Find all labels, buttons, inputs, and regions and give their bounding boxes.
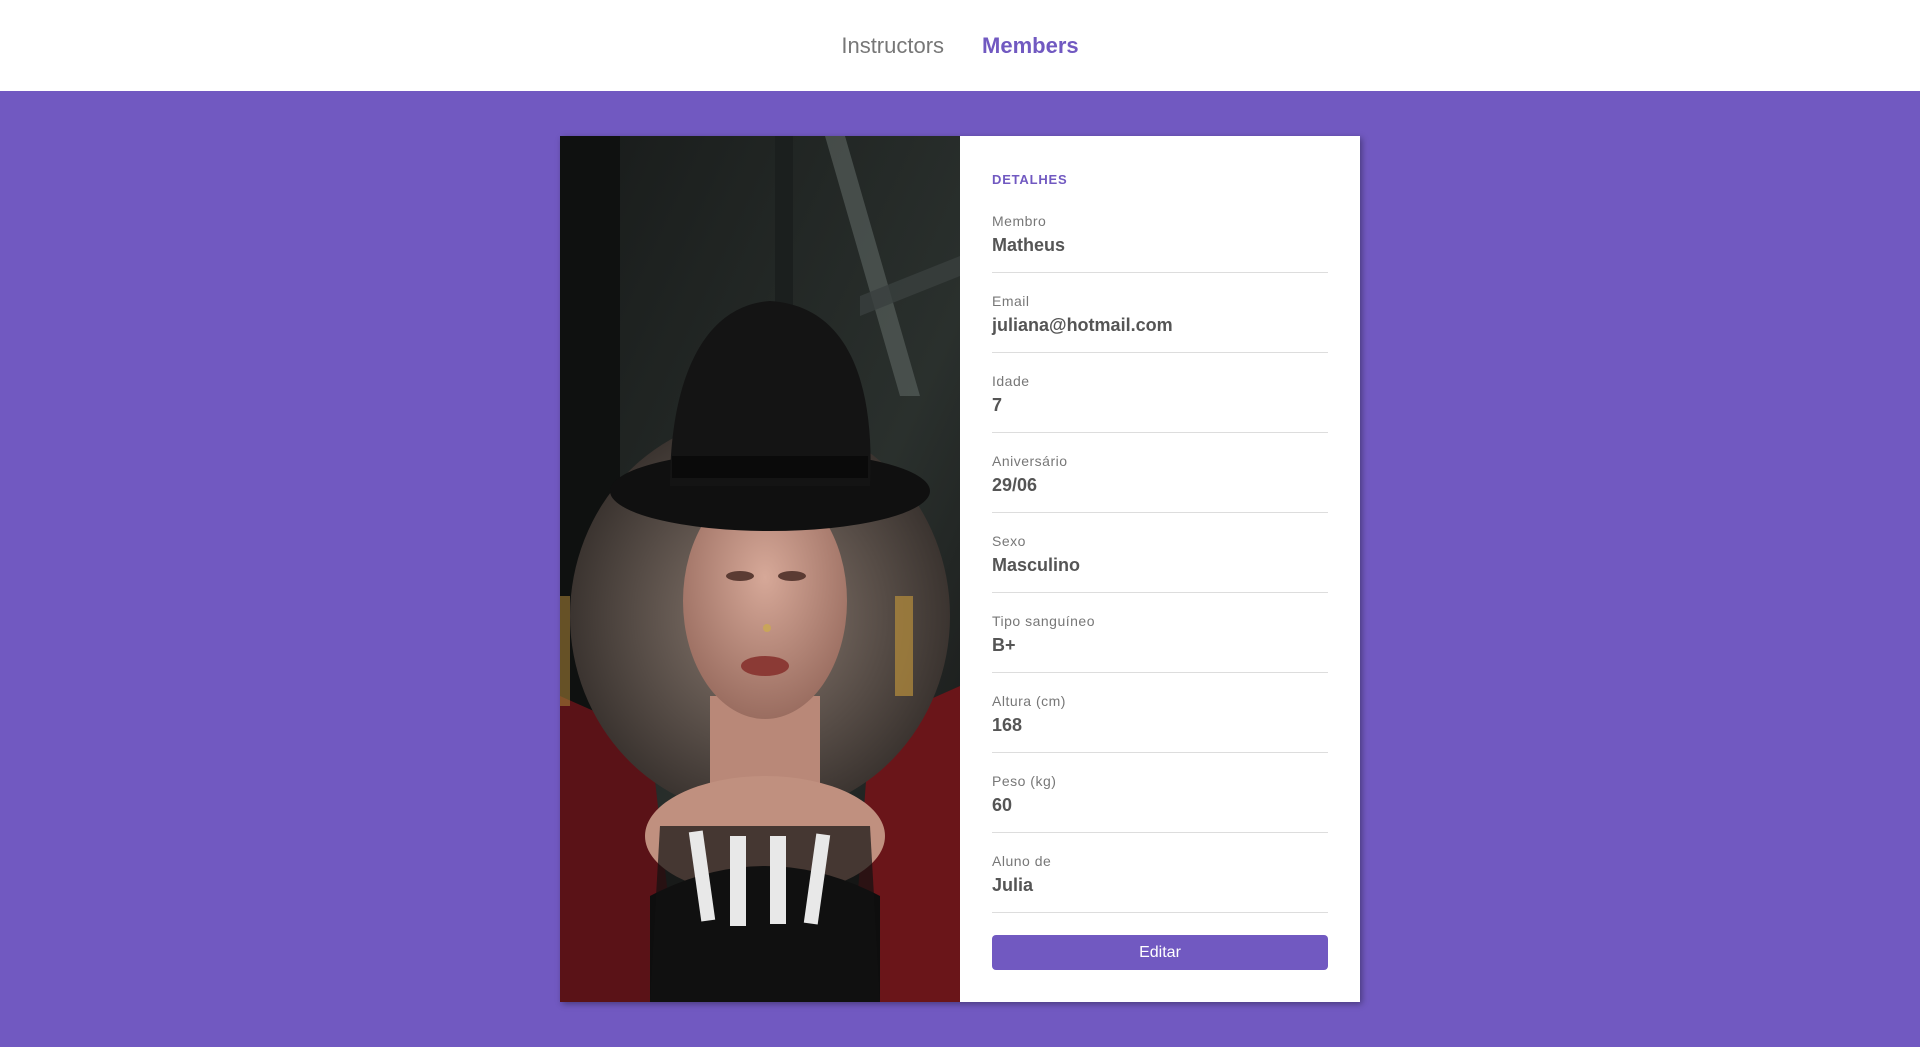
member-photo-image — [560, 136, 960, 1002]
main-content: DETALHES Membro Matheus Email juliana@ho… — [0, 91, 1920, 1047]
field-value: 29/06 — [992, 475, 1038, 495]
field-email: Email juliana@hotmail.com — [992, 283, 1328, 353]
field-value: Masculino — [992, 555, 1081, 575]
field-height: Altura (cm) 168 — [992, 683, 1328, 753]
field-value: 7 — [992, 395, 1003, 415]
details-title: DETALHES — [992, 172, 1068, 187]
nav-link-instructors[interactable]: Instructors — [841, 33, 944, 59]
member-photo — [560, 136, 960, 1002]
field-birthday: Aniversário 29/06 — [992, 443, 1328, 513]
field-label: Altura (cm) — [992, 693, 1066, 709]
field-label: Tipo sanguíneo — [992, 613, 1095, 629]
field-blood-type: Tipo sanguíneo B+ — [992, 603, 1328, 673]
member-card: DETALHES Membro Matheus Email juliana@ho… — [560, 136, 1360, 1002]
field-weight: Peso (kg) 60 — [992, 763, 1328, 833]
field-age: Idade 7 — [992, 363, 1328, 433]
field-gender: Sexo Masculino — [992, 523, 1328, 593]
top-header: Instructors Members — [0, 0, 1920, 91]
field-label: Aniversário — [992, 453, 1068, 469]
field-member: Membro Matheus — [992, 203, 1328, 273]
field-label: Idade — [992, 373, 1030, 389]
edit-button[interactable]: Editar — [992, 935, 1328, 970]
field-label: Membro — [992, 213, 1047, 229]
field-value: Julia — [992, 875, 1034, 895]
field-label: Aluno de — [992, 853, 1052, 869]
member-details: DETALHES Membro Matheus Email juliana@ho… — [960, 136, 1360, 1002]
nav-link-members[interactable]: Members — [982, 33, 1079, 59]
field-value: B+ — [992, 635, 1016, 655]
field-label: Email — [992, 293, 1030, 309]
field-value: 168 — [992, 715, 1023, 735]
field-value: Matheus — [992, 235, 1066, 255]
field-label: Sexo — [992, 533, 1026, 549]
field-value: juliana@hotmail.com — [992, 315, 1173, 335]
field-value: 60 — [992, 795, 1013, 815]
field-label: Peso (kg) — [992, 773, 1057, 789]
field-instructor: Aluno de Julia — [992, 843, 1328, 913]
